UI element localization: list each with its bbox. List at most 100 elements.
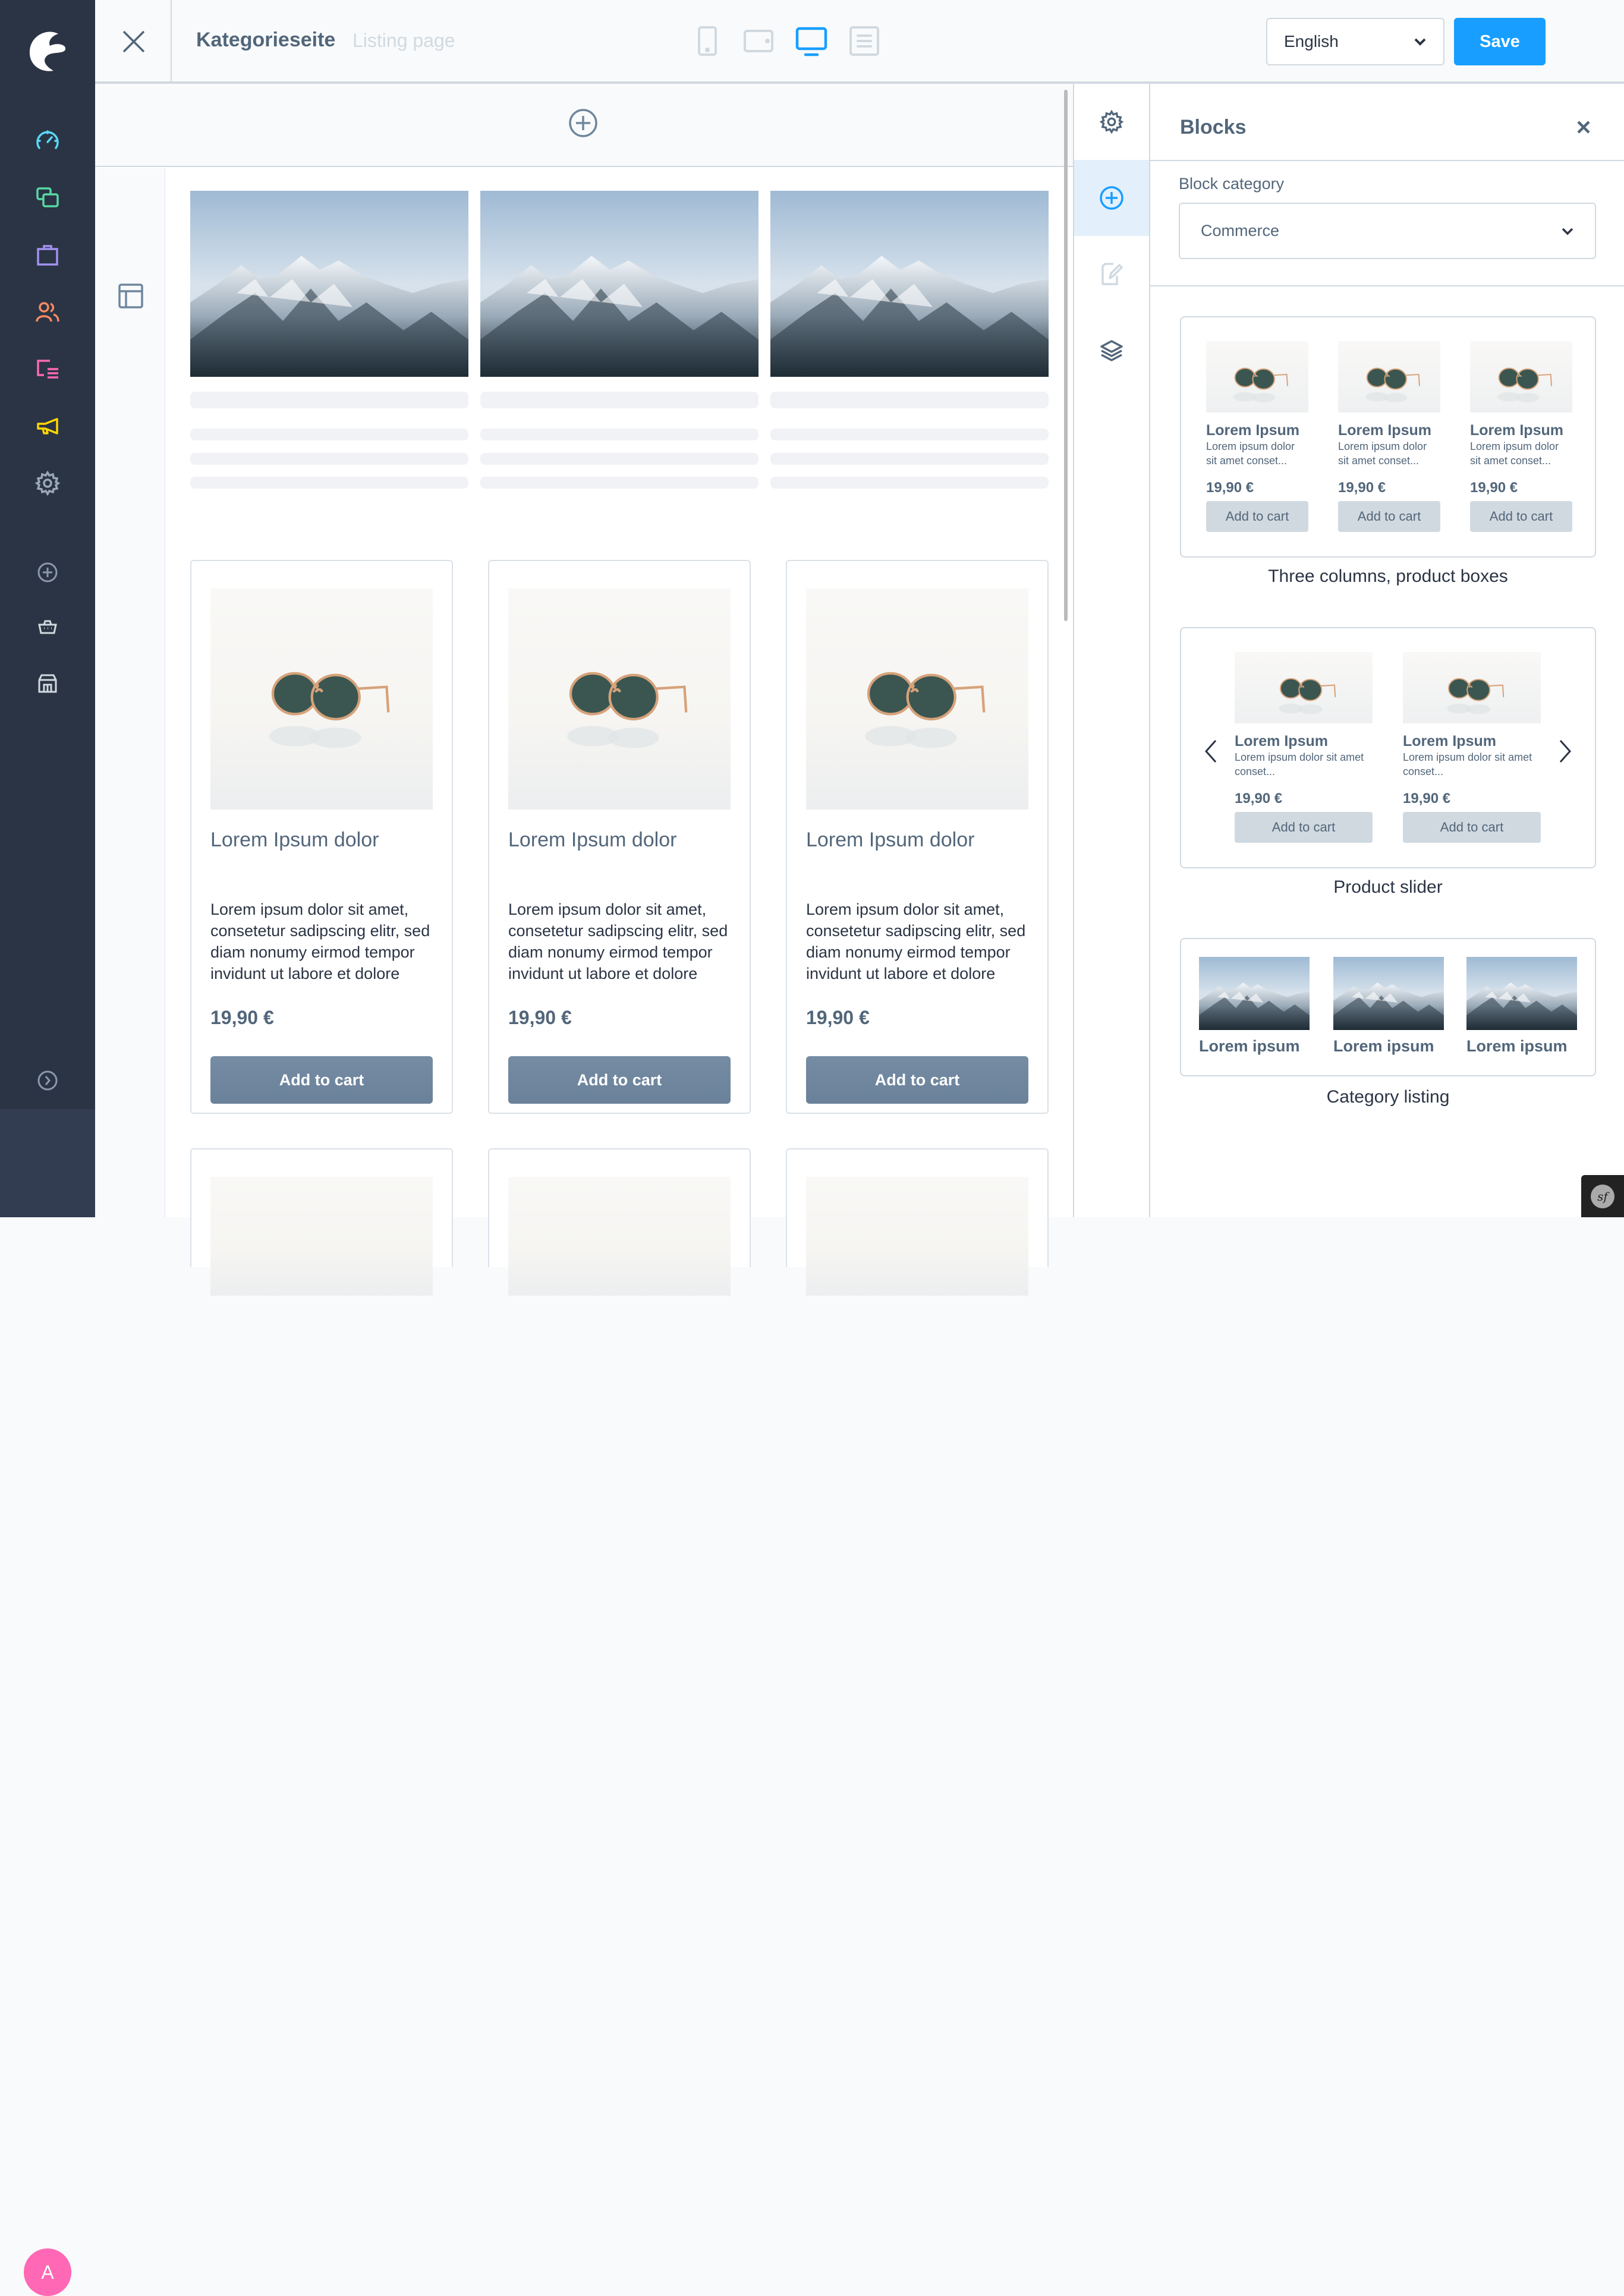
skeleton-line [770,429,1049,440]
add-section-icon[interactable] [568,108,599,138]
mini-desc: Lorem ipsum dolor sit amet conset... [1235,751,1364,777]
page-title: Kategorieseite [196,29,336,51]
skeleton-line [770,477,1049,489]
product-card[interactable] [190,1148,453,1296]
section-layout-icon[interactable] [118,283,144,309]
tool-settings[interactable] [1074,84,1149,160]
mini-add-to-cart: Add to cart [1403,812,1541,843]
customers-icon[interactable] [33,297,62,327]
skeleton-line [190,477,468,489]
product-price: 19,90 € [210,1007,274,1028]
mini-price: 19,90 € [1206,480,1254,496]
mini-category-name: Lorem ipsum [1199,1037,1300,1055]
skeleton-line [480,392,759,408]
add-to-cart-button[interactable]: Add to cart [508,1056,731,1104]
desktop-view-icon[interactable] [794,24,829,59]
category-image[interactable] [190,191,468,377]
language-select[interactable]: English [1266,18,1444,65]
mini-name: Lorem Ipsum [1206,422,1299,439]
tablet-view-icon[interactable] [741,24,777,59]
skeleton-line [190,429,468,440]
dashboard-icon[interactable] [33,126,62,156]
content-icon[interactable] [33,354,62,384]
mini-product: Lorem Ipsum Lorem ipsum dolor sit amet c… [1403,652,1541,843]
orders-icon[interactable] [33,240,62,270]
product-image [1403,652,1541,723]
close-icon[interactable] [119,27,149,56]
mini-desc: Lorem ipsum dolor sit amet conset... [1338,440,1427,467]
chevron-left-icon [1204,738,1218,764]
chevron-right-circle-icon[interactable] [33,1066,62,1095]
mini-price: 19,90 € [1470,480,1518,496]
blocks-title: Blocks [1180,116,1247,138]
mobile-view-icon[interactable] [690,24,725,59]
divider [1150,285,1624,286]
mini-product: Lorem Ipsum Lorem ipsum dolor sit amet c… [1470,341,1572,532]
catalogue-icon[interactable] [33,183,62,213]
form-view-icon[interactable] [846,24,882,59]
blocks-panel: Blocks Block category Commerce Lorem Ips… [1150,84,1624,1217]
tool-layers[interactable] [1074,312,1149,388]
settings-icon [1099,109,1124,134]
marketing-icon[interactable] [33,411,62,441]
block-caption: Three columns, product boxes [1268,566,1508,586]
product-card[interactable]: Lorem Ipsum dolor Lorem ipsum dolor sit … [488,560,751,1114]
category-image [1466,957,1577,1030]
mini-product: Lorem Ipsum Lorem ipsum dolor sit amet c… [1206,341,1308,532]
block-preview-three-columns[interactable]: Lorem Ipsum Lorem ipsum dolor sit amet c… [1180,316,1596,558]
product-image [1338,341,1440,412]
layout-canvas: Lorem Ipsum dolor Lorem ipsum dolor sit … [95,84,1073,1296]
mini-price: 19,90 € [1235,790,1283,807]
sidebar-tools [1073,84,1150,1217]
mini-name: Lorem Ipsum [1403,733,1496,749]
avatar[interactable]: A [24,2248,71,2296]
mini-category-name: Lorem ipsum [1466,1037,1568,1055]
layers-icon [1099,338,1124,363]
product-image [210,588,433,810]
editor-topbar: Kategorieseite Listing page English Save [95,0,1624,84]
product-card[interactable] [786,1148,1049,1296]
add-to-cart-button[interactable]: Add to cart [806,1056,1028,1104]
symfony-toolbar-toggle[interactable]: sf [1581,1175,1624,1217]
skeleton-line [480,477,759,489]
close-icon[interactable] [1575,118,1592,136]
skeleton-line [480,429,759,440]
mini-add-to-cart: Add to cart [1235,812,1373,843]
add-icon[interactable] [33,558,62,587]
basket-icon[interactable] [33,612,62,642]
block-caption: Category listing [1326,1087,1450,1107]
product-name: Lorem Ipsum dolor [210,829,379,851]
block-preview-category-listing[interactable]: Lorem ipsum Lorem ipsum Lorem ipsum [1180,938,1596,1076]
symfony-icon: sf [1590,1183,1616,1210]
mini-category-name: Lorem ipsum [1333,1037,1434,1055]
block-category-select[interactable]: Commerce [1179,203,1596,259]
canvas-scrollbar[interactable] [1064,90,1068,621]
mini-product: Lorem Ipsum Lorem ipsum dolor sit amet c… [1338,341,1440,532]
edit-icon [1099,262,1124,286]
category-image [1333,957,1444,1030]
product-price: 19,90 € [806,1007,870,1028]
skeleton-line [770,392,1049,408]
product-image [210,1177,433,1296]
chevron-right-icon [1558,738,1572,764]
storefront-icon[interactable] [33,669,62,698]
add-to-cart-button[interactable]: Add to cart [210,1056,433,1104]
mini-desc: Lorem ipsum dolor sit amet conset... [1403,751,1532,777]
product-card[interactable] [488,1148,751,1296]
product-card[interactable]: Lorem Ipsum dolor Lorem ipsum dolor sit … [786,560,1049,1114]
category-image[interactable] [480,191,759,377]
mini-price: 19,90 € [1338,480,1386,496]
category-image[interactable] [770,191,1049,377]
settings-icon[interactable] [33,468,62,498]
tool-add-block[interactable] [1074,160,1149,236]
mini-price: 19,90 € [1403,790,1451,807]
block-preview-product-slider[interactable]: Lorem Ipsum Lorem ipsum dolor sit amet c… [1180,627,1596,868]
block-caption: Product slider [1333,877,1443,897]
product-name: Lorem Ipsum dolor [508,829,677,851]
tool-edit[interactable] [1074,236,1149,312]
product-card[interactable]: Lorem Ipsum dolor Lorem ipsum dolor sit … [190,560,453,1114]
save-button[interactable]: Save [1454,18,1546,65]
chevron-down-icon [1414,37,1427,46]
shopware-logo[interactable] [24,27,71,74]
language-value: English [1284,32,1339,51]
